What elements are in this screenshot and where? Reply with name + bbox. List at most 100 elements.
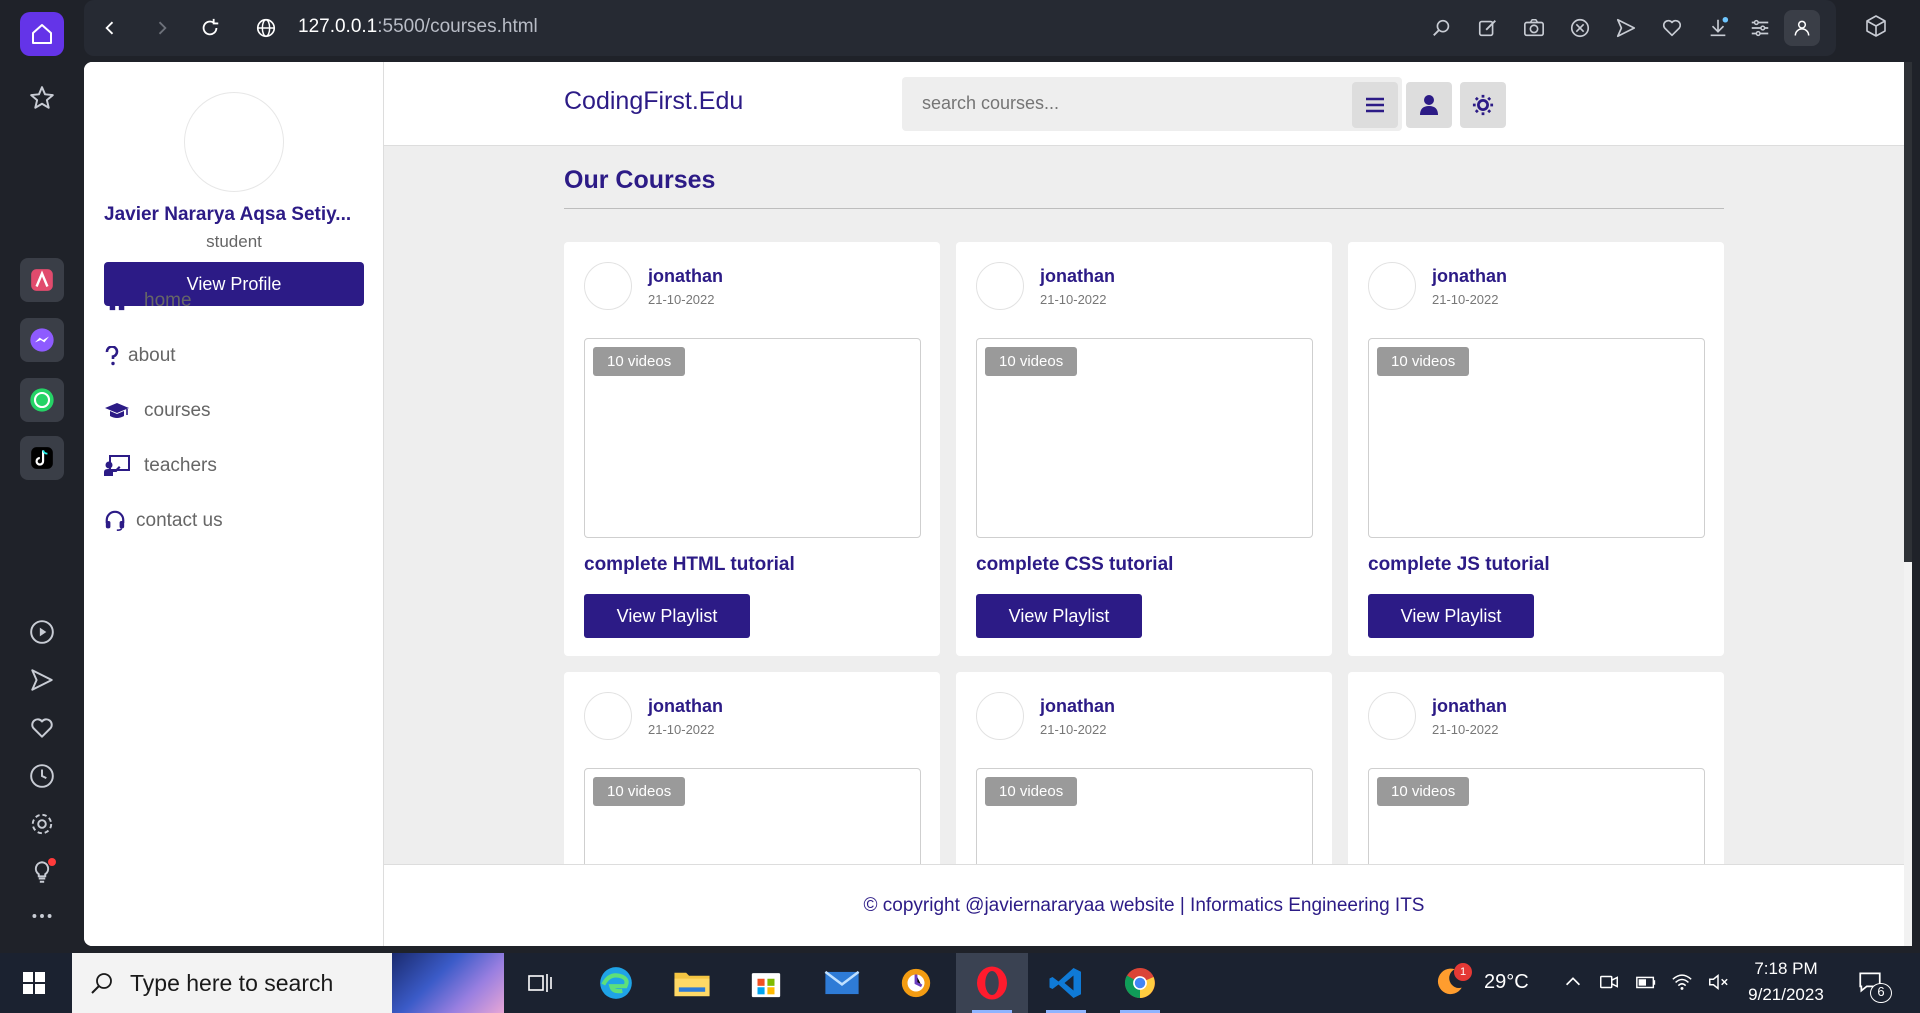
- bookmark-button[interactable]: [1658, 14, 1686, 42]
- site-logo[interactable]: CodingFirst.Edu: [564, 87, 743, 116]
- search-highlight-image: [392, 953, 504, 1013]
- send-button[interactable]: [20, 658, 64, 702]
- sidebar-item-label: home: [144, 290, 192, 311]
- search-input[interactable]: [922, 93, 1342, 114]
- search-icon: [91, 973, 112, 994]
- menu-icon: [1366, 97, 1384, 113]
- page-scrollbar-thumb[interactable]: [1904, 62, 1912, 562]
- meet-now-button[interactable]: [1598, 971, 1620, 993]
- author-name: jonathan: [648, 266, 723, 286]
- aria-app-button[interactable]: [20, 258, 64, 302]
- camera-icon: [1524, 19, 1544, 37]
- opera-app[interactable]: [956, 953, 1028, 1013]
- more-dots-icon: [32, 914, 52, 918]
- favorites-button[interactable]: [20, 706, 64, 750]
- video-count-badge: 10 videos: [1377, 347, 1470, 376]
- view-playlist-button[interactable]: View Playlist: [976, 594, 1142, 638]
- course-thumbnail[interactable]: 10 videos: [976, 338, 1313, 538]
- post-date: 21-10-2022: [648, 292, 715, 307]
- globe-icon: [256, 18, 276, 38]
- vscode-app[interactable]: [1030, 953, 1102, 1013]
- download-icon: [1710, 17, 1729, 37]
- whatsapp-icon: [30, 388, 54, 412]
- task-view-button[interactable]: [504, 953, 576, 1013]
- graduation-cap-icon: [104, 401, 130, 421]
- chrome-app[interactable]: [1104, 953, 1176, 1013]
- search-box: [902, 77, 1402, 131]
- ms-store-app[interactable]: [730, 953, 802, 1013]
- course-title: complete HTML tutorial: [584, 554, 795, 575]
- author-name: jonathan: [1432, 266, 1507, 286]
- user-button[interactable]: [1406, 82, 1452, 128]
- address-bar[interactable]: 127.0.0.1:5500/courses.html: [298, 16, 538, 38]
- snapshot-button[interactable]: [1520, 14, 1548, 42]
- network-button[interactable]: [1670, 971, 1694, 993]
- easy-setup-button[interactable]: [1746, 14, 1774, 42]
- history-button[interactable]: [20, 754, 64, 798]
- volume-button[interactable]: [1706, 971, 1730, 993]
- sidebar-item-home[interactable]: home: [104, 286, 192, 316]
- flow-button[interactable]: [1612, 14, 1640, 42]
- url-host: 127.0.0.1: [298, 16, 378, 37]
- forward-button[interactable]: [148, 14, 176, 42]
- view-playlist-button[interactable]: View Playlist: [1368, 594, 1534, 638]
- question-icon: [104, 346, 120, 366]
- folder-icon: [674, 972, 710, 997]
- clock-time[interactable]: 7:18 PM: [1738, 959, 1834, 979]
- show-hidden-icons-button[interactable]: [1562, 971, 1584, 993]
- view-playlist-button[interactable]: View Playlist: [584, 594, 750, 638]
- course-card: jonathan 21-10-2022 10 videos complete C…: [956, 242, 1332, 656]
- mail-icon: [824, 970, 860, 995]
- profile-button[interactable]: [1784, 10, 1820, 46]
- url-path: :5500/courses.html: [377, 16, 538, 37]
- taskbar-search[interactable]: Type here to search: [72, 953, 504, 1013]
- mail-app[interactable]: [806, 953, 878, 1013]
- adblock-button[interactable]: [1566, 14, 1594, 42]
- brave-app[interactable]: [880, 953, 952, 1013]
- file-explorer-app[interactable]: [656, 953, 728, 1013]
- sidebar-item-label: courses: [144, 400, 211, 421]
- whatsapp-app-button[interactable]: [20, 378, 64, 422]
- downloads-button[interactable]: [1704, 14, 1732, 42]
- sidebar-item-about[interactable]: about: [104, 341, 176, 371]
- speed-dial-button[interactable]: [20, 76, 64, 120]
- windows-logo-icon: [23, 972, 45, 994]
- menu-button[interactable]: [1352, 82, 1398, 128]
- theme-toggle-button[interactable]: [1460, 82, 1506, 128]
- settings-button[interactable]: [20, 802, 64, 846]
- messenger-app-button[interactable]: [20, 318, 64, 362]
- reload-button[interactable]: [196, 14, 224, 42]
- more-button[interactable]: [20, 894, 64, 938]
- back-button[interactable]: [96, 14, 124, 42]
- course-thumbnail[interactable]: 10 videos: [584, 338, 921, 538]
- site-info-button[interactable]: [252, 14, 280, 42]
- tiktok-app-button[interactable]: [20, 436, 64, 480]
- edge-icon: [600, 967, 632, 999]
- sidebar-item-teachers[interactable]: teachers: [104, 451, 217, 481]
- author-avatar: [976, 692, 1024, 740]
- sidebar-item-courses[interactable]: courses: [104, 396, 211, 426]
- footer-copyright: © copyright @javiernararyaa website | In…: [863, 894, 1425, 916]
- video-icon: [1600, 975, 1618, 989]
- cube-icon: [1866, 15, 1886, 37]
- sidebar-item-contact[interactable]: contact us: [104, 506, 223, 536]
- battery-button[interactable]: [1634, 971, 1658, 993]
- user-role: student: [206, 232, 262, 251]
- course-thumbnail[interactable]: 10 videos: [1368, 338, 1705, 538]
- tips-button[interactable]: [20, 850, 64, 894]
- clock-date[interactable]: 9/21/2023: [1738, 985, 1834, 1005]
- star-icon: [30, 86, 54, 109]
- start-button[interactable]: [0, 953, 68, 1013]
- edit-button[interactable]: [1474, 14, 1502, 42]
- author-name: jonathan: [1040, 266, 1115, 286]
- player-button[interactable]: [20, 610, 64, 654]
- opera-home-button[interactable]: [20, 12, 64, 56]
- edge-app[interactable]: [580, 953, 652, 1013]
- extensions-button[interactable]: [1864, 14, 1888, 38]
- opera-icon: [977, 966, 1007, 1000]
- search-tabs-button[interactable]: [1428, 14, 1456, 42]
- browser-icon: [901, 968, 931, 998]
- post-date: 21-10-2022: [1432, 722, 1499, 737]
- post-date: 21-10-2022: [1432, 292, 1499, 307]
- profile-avatar: [184, 92, 284, 192]
